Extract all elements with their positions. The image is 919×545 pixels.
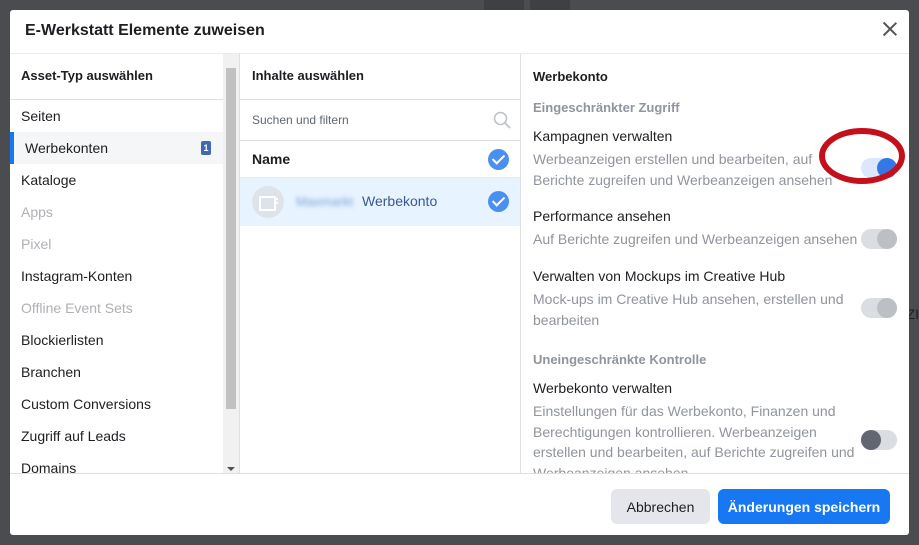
asset-type-item-kataloge[interactable]: Kataloge: [10, 164, 223, 196]
close-icon[interactable]: [881, 20, 899, 38]
ad-account-row[interactable]: Maxmarkt Werbekonto: [240, 178, 521, 226]
dialog-footer: Abbrechen Änderungen speichern: [10, 473, 909, 535]
search-icon[interactable]: [493, 111, 511, 129]
asset-type-item-werbekonten[interactable]: Werbekonten 1: [10, 132, 223, 164]
permission-title: Performance ansehen: [533, 208, 671, 224]
permission-description: Mock-ups im Creative Hub ansehen, erstel…: [533, 291, 844, 328]
dialog-header: E-Werkstatt Elemente zuweisen: [10, 10, 909, 58]
permission-toggle-kampagnen[interactable]: [861, 158, 897, 178]
save-changes-button[interactable]: Änderungen speichern: [718, 489, 890, 524]
asset-type-item-apps: Apps: [21, 204, 53, 220]
count-badge: 1: [201, 141, 211, 155]
asset-list-scrollbar[interactable]: [223, 54, 239, 474]
content-select-column: Inhalte auswählen Name Maxmarkt Werbekon…: [240, 53, 521, 473]
asset-type-column: Asset-Typ auswählen Seiten Werbekonten 1…: [10, 53, 240, 476]
ad-account-icon: [252, 186, 284, 218]
asset-type-heading: Asset-Typ auswählen: [10, 54, 239, 100]
cancel-button[interactable]: Abbrechen: [611, 489, 710, 524]
permission-toggle-mockups[interactable]: [861, 298, 897, 318]
ad-account-name: Werbekonto: [362, 193, 438, 209]
permission-title: Verwalten von Mockups im Creative Hub: [533, 268, 786, 284]
background-block: [530, 0, 570, 10]
asset-type-item-custom-conversions[interactable]: Custom Conversions: [10, 388, 223, 420]
asset-type-item-zugriff-auf-leads[interactable]: Zugriff auf Leads: [10, 420, 223, 452]
asset-type-item-offline-event-sets: Offline Event Sets: [21, 300, 133, 316]
name-header-row[interactable]: Name: [240, 141, 521, 178]
permission-description: Auf Berichte zugreifen und Werbeanzeigen…: [533, 231, 858, 247]
scrollbar-thumb[interactable]: [226, 68, 236, 409]
asset-type-list: Seiten Werbekonten 1 Kataloge Apps Pixel…: [10, 100, 223, 484]
ad-account-blurred-name: Maxmarkt: [296, 194, 354, 209]
asset-type-item-blockierlisten[interactable]: Blockierlisten: [10, 324, 223, 356]
asset-type-item-instagram[interactable]: Instagram-Konten: [10, 260, 223, 292]
toggle-knob: [877, 229, 897, 249]
permission-description: Einstellungen für das Werbekonto, Finanz…: [533, 403, 855, 473]
assign-assets-dialog: E-Werkstatt Elemente zuweisen Asset-Typ …: [10, 10, 909, 535]
asset-type-item-pixel: Pixel: [21, 236, 52, 252]
account-selected-check-icon[interactable]: [488, 191, 509, 212]
select-all-check-icon[interactable]: [488, 149, 509, 170]
permissions-heading: Werbekonto: [533, 69, 608, 84]
background-block: [484, 0, 524, 10]
permission-title: Werbekonto verwalten: [533, 380, 673, 396]
permission-toggle-werbekonto-verwalten[interactable]: [861, 430, 897, 450]
search-row: [240, 100, 521, 141]
content-select-heading: Inhalte auswählen: [240, 54, 521, 100]
dialog-title: E-Werkstatt Elemente zuweisen: [25, 22, 265, 39]
toggle-knob: [861, 430, 881, 450]
scroll-down-arrow-icon[interactable]: [227, 467, 235, 471]
permissions-column: Werbekonto Eingeschränkter Zugriff Kampa…: [520, 53, 909, 473]
toggle-knob: [877, 158, 897, 178]
permission-toggle-performance[interactable]: [861, 229, 897, 249]
toggle-knob: [877, 298, 897, 318]
search-input[interactable]: [240, 100, 480, 140]
permission-description: Werbeanzeigen erstellen und bearbeiten, …: [533, 151, 833, 188]
name-header-label: Name: [252, 151, 291, 167]
restricted-section-label: Eingeschränkter Zugriff: [533, 100, 680, 115]
asset-type-item-seiten[interactable]: Seiten: [10, 100, 223, 132]
asset-type-item-branchen[interactable]: Branchen: [10, 356, 223, 388]
unrestricted-section-label: Uneingeschränkte Kontrolle: [533, 352, 707, 367]
asset-type-label: Werbekonten: [25, 140, 109, 156]
permission-title: Kampagnen verwalten: [533, 128, 673, 144]
